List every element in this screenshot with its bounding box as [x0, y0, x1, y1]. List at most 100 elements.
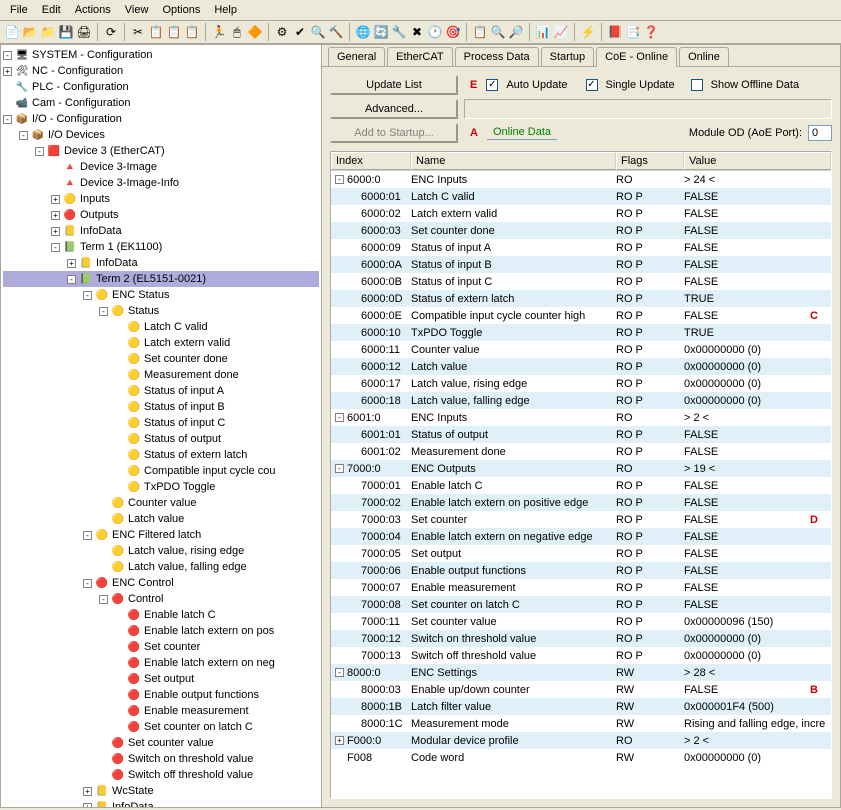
build-icon[interactable]: 🔨 [328, 24, 344, 40]
update-list-button[interactable]: Update List [330, 75, 458, 95]
grid-row[interactable]: 7000:06 Enable output functions RO P FAL… [331, 562, 831, 579]
tree-item[interactable]: -📦I/O - Configuration [3, 111, 319, 127]
x-icon[interactable]: ✖ [409, 24, 425, 40]
tree-item[interactable]: +🟡Inputs [3, 191, 319, 207]
tree-item[interactable]: 🔴Enable latch C [3, 607, 319, 623]
tree-item[interactable]: 🟡TxPDO Toggle [3, 479, 319, 495]
grid-row[interactable]: 6000:02 Latch extern valid RO P FALSE [331, 205, 831, 222]
grid-body[interactable]: -6000:0 ENC Inputs RO > 24 < 6000:01 Lat… [331, 171, 831, 798]
tree-item[interactable]: -📗Term 2 (EL5151-0021) [3, 271, 319, 287]
grid-row[interactable]: 7000:02 Enable latch extern on positive … [331, 494, 831, 511]
tree-item[interactable]: 🔴Enable latch extern on neg [3, 655, 319, 671]
book-icon[interactable]: 📕 [607, 24, 623, 40]
grid-row[interactable]: 6000:03 Set counter done RO P FALSE [331, 222, 831, 239]
tree-item[interactable]: 🔴Enable measurement [3, 703, 319, 719]
docs-icon[interactable]: 📑 [625, 24, 641, 40]
tree-item[interactable]: 🟡Status of input A [3, 383, 319, 399]
grid-row[interactable]: 8000:1C Measurement mode RW Rising and f… [331, 715, 831, 732]
cut-icon[interactable]: ✂ [130, 24, 146, 40]
copy-icon[interactable]: 📋 [148, 24, 164, 40]
tree-item[interactable]: +🔴Outputs [3, 207, 319, 223]
tree-item[interactable]: 🟡Latch value, rising edge [3, 543, 319, 559]
tab-online[interactable]: Online [679, 47, 729, 66]
tree-expander[interactable]: - [83, 579, 92, 588]
menu-file[interactable]: File [4, 2, 34, 18]
tree-item[interactable]: 🟡Measurement done [3, 367, 319, 383]
grid-row[interactable]: 7000:04 Enable latch extern on negative … [331, 528, 831, 545]
tree-item[interactable]: -🟡ENC Filtered latch [3, 527, 319, 543]
tab-startup[interactable]: Startup [541, 47, 594, 66]
tree-expander[interactable]: - [83, 291, 92, 300]
tab-ethercat[interactable]: EtherCAT [387, 47, 452, 66]
tree-item[interactable]: +📒WcState [3, 783, 319, 799]
tree-item[interactable]: 🔴Switch on threshold value [3, 751, 319, 767]
grid-expander[interactable]: + [335, 736, 344, 745]
tree-item[interactable]: 📹Cam - Configuration [3, 95, 319, 111]
tree-expander[interactable]: + [83, 803, 92, 809]
grid-row[interactable]: 7000:07 Enable measurement RO P FALSE [331, 579, 831, 596]
new-icon[interactable]: 📄 [4, 24, 20, 40]
tree-item[interactable]: -🟡Status [3, 303, 319, 319]
grid-row[interactable]: 7000:05 Set output RO P FALSE [331, 545, 831, 562]
grid-row[interactable]: 7000:13 Switch off threshold value RO P … [331, 647, 831, 664]
tree-item[interactable]: 🔴Enable latch extern on pos [3, 623, 319, 639]
tree-expander[interactable]: - [51, 243, 60, 252]
refresh-icon[interactable]: ⟳ [103, 24, 119, 40]
grid-row[interactable]: 6001:01 Status of output RO P FALSE [331, 426, 831, 443]
auto-update-checkbox[interactable]: ✓ [486, 79, 498, 91]
wrench-icon[interactable]: 🔧 [391, 24, 407, 40]
grid-row[interactable]: 7000:12 Switch on threshold value RO P 0… [331, 630, 831, 647]
tree-item[interactable]: -🟥Device 3 (EtherCAT) [3, 143, 319, 159]
gear-icon[interactable]: ⚙ [274, 24, 290, 40]
grid-row[interactable]: F008 Code word RW 0x00000000 (0) [331, 749, 831, 766]
grid-row[interactable]: 6000:0D Status of extern latch RO P TRUE [331, 290, 831, 307]
key-icon[interactable]: 🔶 [247, 24, 263, 40]
tree-item[interactable]: 🔺Device 3-Image-Info [3, 175, 319, 191]
tab-general[interactable]: General [328, 47, 385, 66]
tree-item[interactable]: 🟡Compatible input cycle cou [3, 463, 319, 479]
tree-expander[interactable]: - [3, 115, 12, 124]
grid-row[interactable]: 6000:01 Latch C valid RO P FALSE [331, 188, 831, 205]
grid-row[interactable]: 7000:03 Set counter RO P FALSE D [331, 511, 831, 528]
grid-expander[interactable]: - [335, 413, 344, 422]
grid-row[interactable]: -7000:0 ENC Outputs RO > 19 < [331, 460, 831, 477]
tree-item[interactable]: -📗Term 1 (EK1100) [3, 239, 319, 255]
tree-item[interactable]: 🔴Switch off threshold value [3, 767, 319, 783]
run-icon[interactable]: 🏃 [211, 24, 227, 40]
grid-row[interactable]: 8000:03 Enable up/down counter RW FALSE … [331, 681, 831, 698]
tree-item[interactable]: 🟡Latch extern valid [3, 335, 319, 351]
grid-expander[interactable]: - [335, 668, 344, 677]
grid-expander[interactable]: - [335, 464, 344, 473]
paste2-icon[interactable]: 📋 [184, 24, 200, 40]
tree-item[interactable]: 🔴Set output [3, 671, 319, 687]
bolt-icon[interactable]: ⚡ [580, 24, 596, 40]
menu-help[interactable]: Help [208, 2, 243, 18]
tree-item[interactable]: 🟡Status of input B [3, 399, 319, 415]
grid-row[interactable]: 6001:02 Measurement done RO P FALSE [331, 443, 831, 460]
tree-expander[interactable]: - [67, 275, 76, 284]
grid-row[interactable]: 6000:10 TxPDO Toggle RO P TRUE [331, 324, 831, 341]
grid-row[interactable]: 6000:12 Latch value RO P 0x00000000 (0) [331, 358, 831, 375]
tree-expander[interactable]: - [19, 131, 28, 140]
tab-coe---online[interactable]: CoE - Online [596, 47, 677, 67]
tree-item[interactable]: -🔴Control [3, 591, 319, 607]
tree-item[interactable]: +🛠NC - Configuration [3, 63, 319, 79]
grid-row[interactable]: -6001:0 ENC Inputs RO > 2 < [331, 409, 831, 426]
clock-icon[interactable]: 🕐 [427, 24, 443, 40]
grid-row[interactable]: 8000:1B Latch filter value RW 0x000001F4… [331, 698, 831, 715]
tree-expander[interactable]: - [99, 307, 108, 316]
help-icon[interactable]: ❓ [643, 24, 659, 40]
col-flags[interactable]: Flags [616, 152, 684, 170]
tree-item[interactable]: 🟡Status of extern latch [3, 447, 319, 463]
open-icon[interactable]: 📂 [22, 24, 38, 40]
grid-row[interactable]: 6000:0B Status of input C RO P FALSE [331, 273, 831, 290]
grid-row[interactable]: +F000:0 Modular device profile RO > 2 < [331, 732, 831, 749]
save-icon[interactable]: 💾 [58, 24, 74, 40]
tree-expander[interactable]: - [35, 147, 44, 156]
grid-row[interactable]: 6000:0A Status of input B RO P FALSE [331, 256, 831, 273]
tree-item[interactable]: 🔴Enable output functions [3, 687, 319, 703]
tree-item[interactable]: 🔺Device 3-Image [3, 159, 319, 175]
tree-item[interactable]: +📒InfoData [3, 223, 319, 239]
globe-icon[interactable]: 🌐 [355, 24, 371, 40]
tree-expander[interactable]: - [83, 531, 92, 540]
